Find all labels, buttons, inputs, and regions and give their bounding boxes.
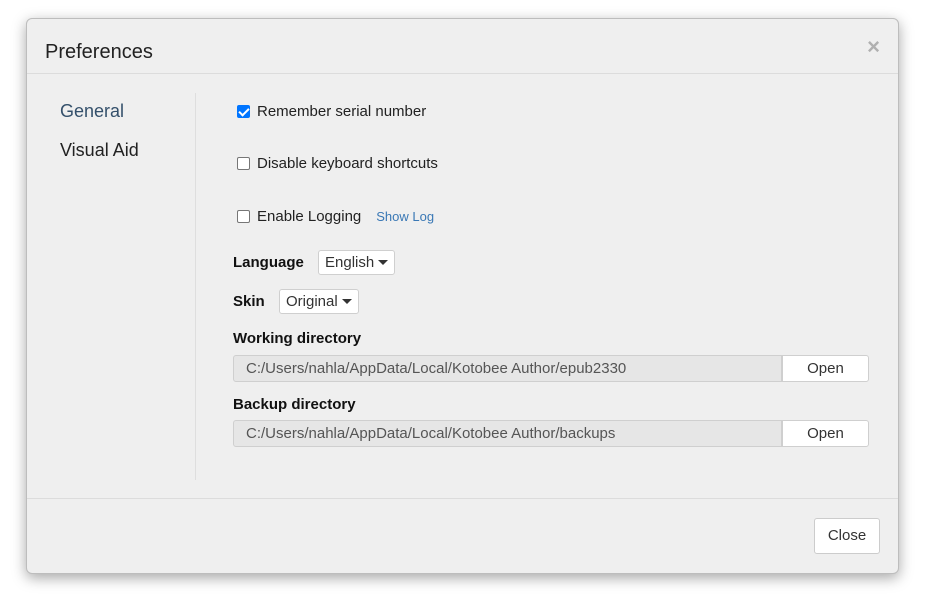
language-select[interactable]: English xyxy=(318,250,396,275)
remember-serial-row[interactable]: Remember serial number xyxy=(237,103,426,120)
disable-shortcuts-checkbox[interactable] xyxy=(237,157,250,170)
close-icon[interactable]: × xyxy=(867,34,880,60)
backup-directory-open-button[interactable]: Open xyxy=(782,420,869,447)
working-directory-open-button[interactable]: Open xyxy=(782,355,869,382)
language-label: Language xyxy=(233,254,304,271)
dialog-title: Preferences xyxy=(45,41,153,63)
remember-serial-label: Remember serial number xyxy=(257,103,427,120)
remember-serial-checkbox[interactable] xyxy=(237,105,250,118)
preferences-sidebar: General Visual Aid xyxy=(27,93,196,480)
enable-logging-label: Enable Logging xyxy=(257,208,362,225)
disable-shortcuts-label: Disable keyboard shortcuts xyxy=(257,155,438,172)
caret-down-icon xyxy=(378,260,389,265)
backup-directory-label: Backup directory xyxy=(233,396,356,413)
backup-directory-input[interactable]: C:/Users/nahla/AppData/Local/Kotobee Aut… xyxy=(233,420,782,447)
enable-logging-row[interactable]: Enable Logging Show Log xyxy=(237,208,434,225)
working-directory-input[interactable]: C:/Users/nahla/AppData/Local/Kotobee Aut… xyxy=(233,355,782,382)
working-directory-label: Working directory xyxy=(233,330,362,347)
language-value: English xyxy=(325,254,375,271)
show-log-link[interactable]: Show Log xyxy=(376,209,434,224)
caret-down-icon xyxy=(341,299,352,304)
skin-select[interactable]: Original xyxy=(279,289,359,314)
dialog-header: Preferences × xyxy=(27,19,898,74)
skin-label: Skin xyxy=(233,293,265,310)
disable-shortcuts-row[interactable]: Disable keyboard shortcuts xyxy=(237,155,438,172)
enable-logging-checkbox[interactable] xyxy=(237,210,250,223)
sidebar-item-general[interactable]: General xyxy=(60,100,124,122)
sidebar-item-visual-aid[interactable]: Visual Aid xyxy=(60,139,139,161)
close-button[interactable]: Close xyxy=(814,518,880,554)
skin-value: Original xyxy=(286,293,338,310)
preferences-dialog: Preferences × General Visual Aid Remembe… xyxy=(26,18,899,574)
footer-divider xyxy=(27,498,898,499)
